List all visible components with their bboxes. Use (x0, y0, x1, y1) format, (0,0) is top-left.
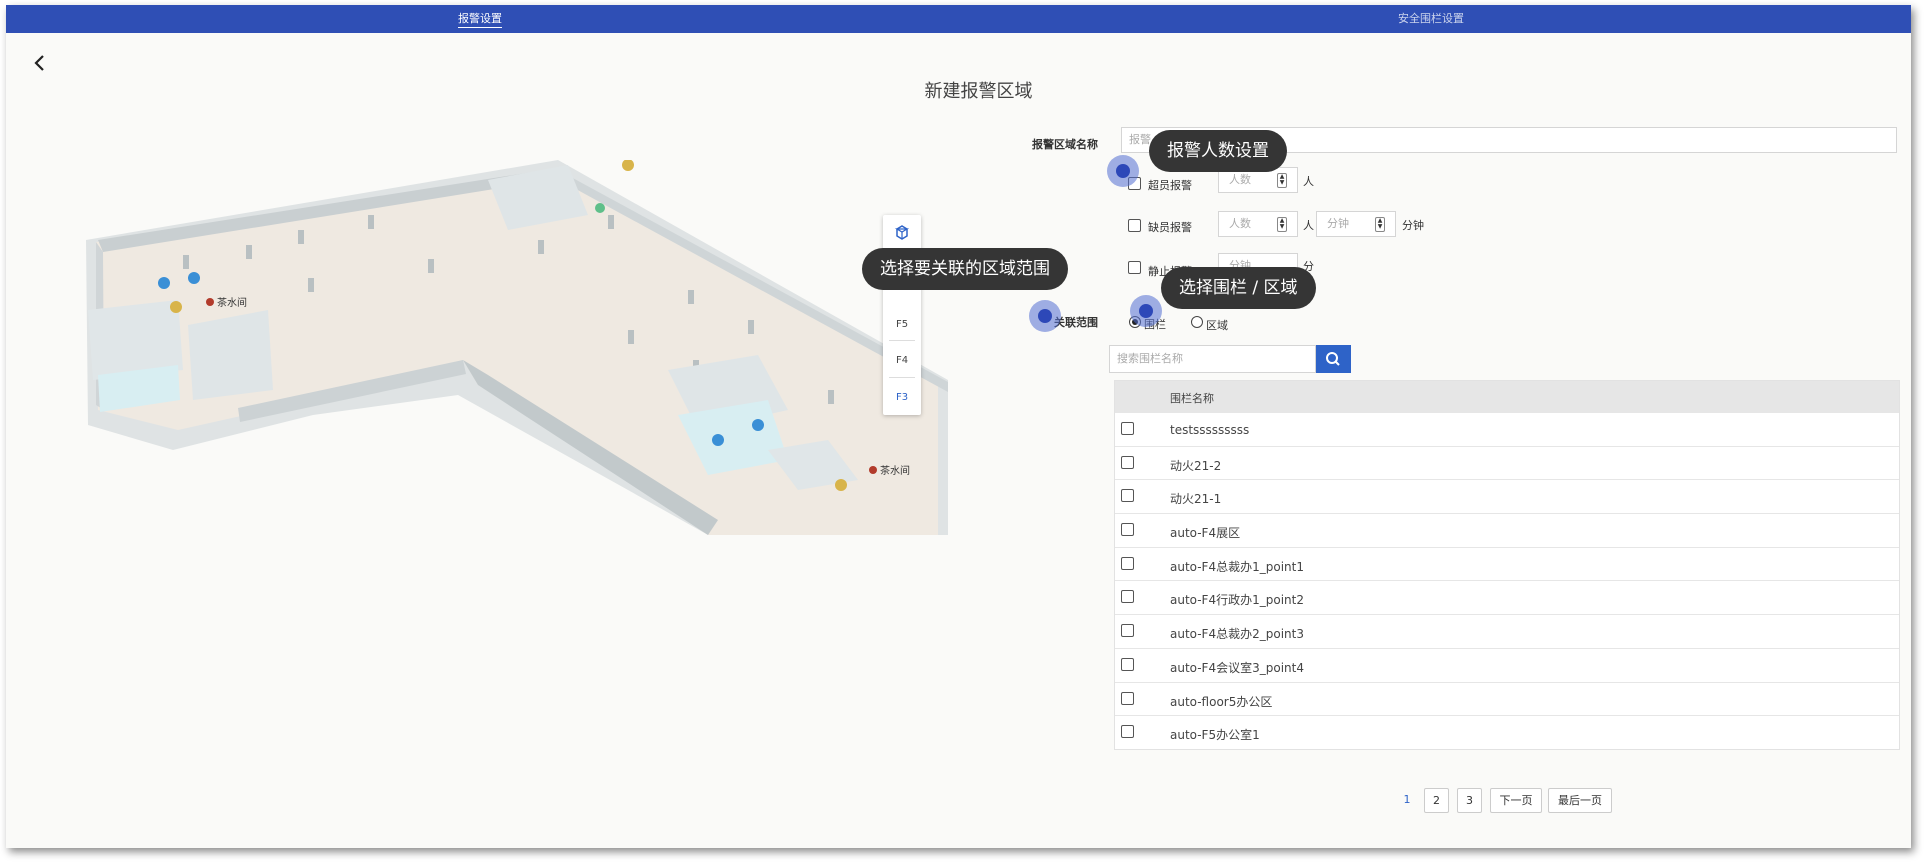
back-arrow-icon[interactable] (30, 53, 50, 73)
table-row[interactable]: auto-F4行政办1_point2 (1115, 580, 1899, 614)
short-alarm-minute-placeholder: 分钟 (1327, 217, 1349, 230)
page-button-2[interactable]: 2 (1424, 788, 1449, 813)
tab-safety-helmet[interactable]: 安全围栏设置 (1398, 5, 1464, 33)
table-header: 围栏名称 (1115, 381, 1899, 412)
short-alarm-checkbox[interactable] (1128, 219, 1141, 232)
radio-region-label: 区域 (1206, 319, 1228, 332)
floor-f4[interactable]: F4 (883, 355, 921, 366)
row-checkbox[interactable] (1121, 523, 1134, 537)
row-checkbox[interactable] (1121, 657, 1134, 671)
tab-alarm-settings-label: 报警设置 (458, 12, 502, 28)
fence-name-cell: auto-F4会议室3_point4 (1170, 660, 1304, 675)
short-alarm-people-input[interactable]: 人数 ▲ ▼ (1218, 211, 1298, 237)
fence-name-cell: 动火21-1 (1170, 492, 1222, 507)
short-alarm-label: 缺员报警 (1148, 221, 1192, 234)
tooltip-select-fence-region: 选择围栏 / 区域 (1161, 267, 1316, 309)
app-window: 报警设置 安全围栏设置 新建报警区域 茶水间 茶水间 F5 F4 F3 报警区域… (6, 5, 1911, 848)
page-button-3[interactable]: 3 (1457, 788, 1482, 813)
tooltip-select-range: 选择要关联的区域范围 (862, 248, 1068, 290)
last-page-button[interactable]: 最后一页 (1548, 788, 1612, 813)
spinner-arrows-icon[interactable]: ▲ ▼ (1375, 217, 1385, 232)
table-row[interactable]: auto-floor5办公区 (1115, 681, 1899, 716)
fence-search-input[interactable]: 搜索围栏名称 (1109, 345, 1316, 373)
table-row[interactable]: 动火21-2 (1115, 445, 1899, 480)
column-header-fence-name: 围栏名称 (1170, 392, 1214, 405)
highlight-dot (1029, 300, 1061, 332)
row-checkbox[interactable] (1121, 556, 1134, 570)
poi-tea-room-label: 茶水间 (217, 296, 247, 309)
tooltip-people-settings: 报警人数设置 (1149, 130, 1287, 172)
highlight-dot (1107, 155, 1139, 187)
over-alarm-label: 超员报警 (1148, 179, 1192, 192)
fence-name-cell: auto-floor5办公区 (1170, 694, 1273, 709)
table-row[interactable]: 动火21-1 (1115, 479, 1899, 513)
page-title: 新建报警区域 (924, 81, 1033, 102)
fence-name-cell: auto-F4总裁办1_point1 (1170, 559, 1304, 574)
floor-f3[interactable]: F3 (883, 392, 921, 403)
floor-f5[interactable]: F5 (883, 319, 921, 330)
over-alarm-people-placeholder: 人数 (1229, 173, 1251, 186)
row-checkbox[interactable] (1121, 725, 1134, 739)
unit-minute-label: 分钟 (1402, 219, 1424, 232)
area-name-label: 报警区域名称 (1032, 138, 1098, 151)
next-page-button[interactable]: 下一页 (1490, 788, 1542, 813)
spinner-arrows-icon[interactable]: ▲ ▼ (1277, 173, 1287, 188)
unit-person-label: 人 (1303, 175, 1314, 188)
table-row[interactable]: auto-F5办公室1 (1115, 715, 1899, 749)
row-checkbox[interactable] (1121, 624, 1134, 638)
fence-name-cell: testsssssssss (1170, 423, 1250, 437)
row-checkbox[interactable] (1121, 590, 1134, 604)
table-row[interactable]: auto-F4展区 (1115, 513, 1899, 547)
floor-switcher: F5 F4 F3 (883, 215, 921, 415)
fence-name-cell: auto-F4行政办1_point2 (1170, 593, 1304, 608)
row-checkbox[interactable] (1121, 489, 1134, 503)
tab-safety-helmet-label: 安全围栏设置 (1398, 12, 1464, 25)
table-row[interactable]: auto-F4总裁办2_point3 (1115, 614, 1899, 648)
short-alarm-minute-input[interactable]: 分钟 ▲ ▼ (1316, 211, 1396, 237)
row-checkbox[interactable] (1121, 422, 1134, 435)
fence-name-cell: auto-F4展区 (1170, 526, 1241, 541)
fence-name-cell: auto-F5办公室1 (1170, 728, 1260, 743)
tab-alarm-settings[interactable]: 报警设置 (458, 5, 502, 33)
still-alarm-checkbox[interactable] (1128, 261, 1141, 274)
spinner-arrows-icon[interactable]: ▲ ▼ (1277, 217, 1287, 232)
table-row[interactable]: auto-F4总裁办1_point1 (1115, 546, 1899, 581)
search-icon[interactable] (1316, 345, 1351, 373)
table-row[interactable]: testsssssssss (1115, 412, 1899, 446)
3d-cube-icon[interactable] (883, 223, 921, 245)
unit-person-label-2: 人 (1303, 219, 1314, 232)
highlight-dot (1130, 295, 1162, 327)
table-row[interactable]: auto-F4会议室3_point4 (1115, 647, 1899, 682)
short-alarm-people-placeholder: 人数 (1229, 217, 1251, 230)
top-tab-bar: 报警设置 安全围栏设置 (6, 5, 1911, 33)
fence-name-cell: 动火21-2 (1170, 458, 1222, 473)
floor-map-3d[interactable]: 茶水间 茶水间 (68, 160, 948, 535)
row-checkbox[interactable] (1121, 691, 1134, 705)
page-button-1[interactable]: 1 (1396, 788, 1418, 813)
poi-tea-room-label-2: 茶水间 (880, 464, 910, 477)
fence-table: 围栏名称 testsssssssss 动火21-2 动火21-1 auto-F4… (1114, 380, 1900, 750)
row-checkbox[interactable] (1121, 455, 1134, 469)
fence-name-cell: auto-F4总裁办2_point3 (1170, 627, 1304, 642)
radio-region[interactable] (1191, 316, 1203, 328)
